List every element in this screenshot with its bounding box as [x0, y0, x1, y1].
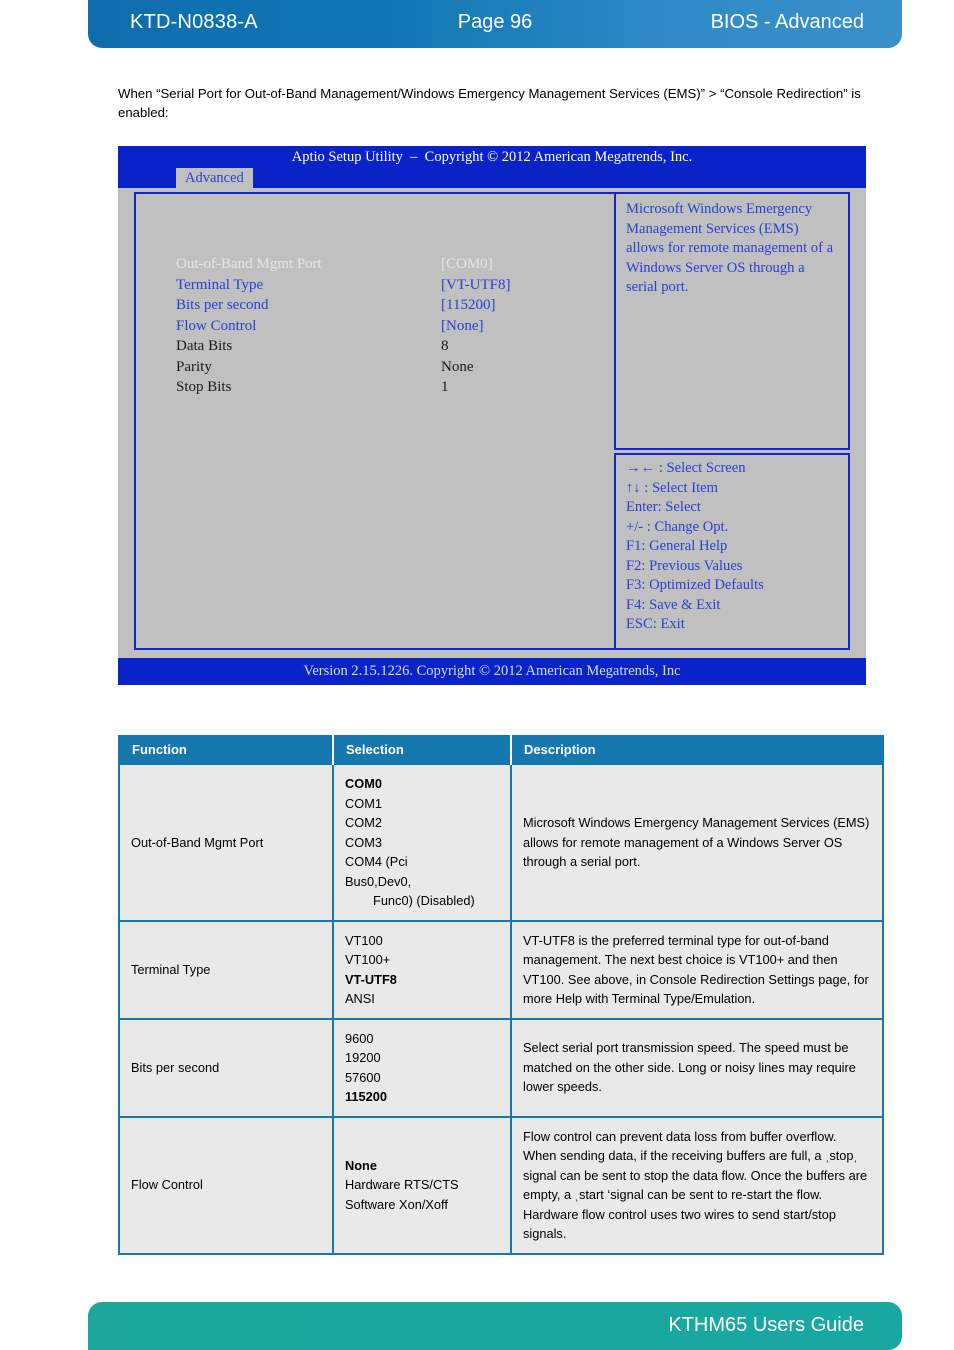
cell-description: Select serial port transmission speed. T… [511, 1017, 883, 1117]
intro-paragraph: When “Serial Port for Out-of-Band Manage… [118, 86, 861, 120]
guide-title: KTHM65 Users Guide [668, 1314, 864, 1336]
bios-help-description: Microsoft Windows Emergency Management S… [626, 201, 834, 295]
bios-setting-row: Stop Bits 1 [176, 377, 616, 398]
bios-setting-value[interactable]: [VT-UTF8] [441, 275, 510, 296]
selection-option: 9600 [345, 1030, 374, 1046]
column-header-selection: Selection [333, 736, 512, 764]
bios-setting-value: 8 [441, 338, 449, 354]
table-row: Terminal Type VT100 VT100+ VT-UTF8 ANSI VT-UT… [119, 919, 883, 1019]
table-row: Flow Control None Hardware RTS/CTS Software… [119, 1115, 883, 1254]
selection-option: Bus0,Dev0, [345, 873, 412, 889]
bios-setting-row[interactable]: Out-of-Band Mgmt Port [COM0] [176, 254, 616, 275]
bios-key-legend: →← : Select Screen ↑↓ : Select Item Enter:… [626, 459, 846, 635]
bios-setting-label: Terminal Type [176, 276, 264, 293]
bios-tab-row: Advanced [118, 168, 866, 188]
table-row: Out-of-Band Mgmt Port COM0 COM1 COM2 COM3 COM… [119, 763, 883, 921]
bios-setting-value[interactable]: [None] [441, 316, 483, 337]
column-header-description: Description [511, 736, 883, 764]
section-title: BIOS - Advanced [710, 11, 864, 33]
bios-key-hint: Enter: Select [626, 499, 701, 515]
selection-option: ANSI [345, 991, 375, 1006]
cell-function: Bits per second [119, 1017, 334, 1117]
selection-option: COM4 (Pci [345, 854, 408, 869]
selection-option: 115200 [345, 1089, 387, 1104]
bios-setting-value[interactable]: [115200] [441, 295, 495, 316]
cell-function: Flow Control [119, 1115, 334, 1254]
bios-setting-row[interactable]: Bits per second [115200] [176, 295, 616, 316]
selection-option: Hardware RTS/CTS [345, 1177, 459, 1193]
selection-option: 19200 [345, 1050, 381, 1065]
bios-title: Aptio Setup Utility – Copyright © 2012 A… [118, 146, 866, 168]
selection-option: VT100+ [345, 952, 391, 967]
bios-setting-label: Bits per second [176, 297, 269, 313]
table-header-row: Function Selection Description [119, 736, 883, 764]
cell-selection: None Hardware RTS/CTS Software Xon/Xoff [333, 1115, 512, 1254]
bios-key-hint: F2: Previous Values [626, 557, 743, 574]
selection-option: 57600 [345, 1069, 381, 1085]
selection-option: COM0 [345, 776, 382, 791]
selection-option: Software Xon/Xoff [345, 1196, 448, 1212]
bios-setting-value: 1 [441, 379, 449, 395]
bios-setting-label: Out-of-Band Mgmt Port [176, 256, 322, 272]
tab-advanced[interactable]: Advanced [176, 168, 253, 188]
selection-option: VT-UTF8 [345, 971, 397, 987]
bios-settings-list: Out-of-Band Mgmt Port [COM0] Terminal Type… [176, 254, 616, 398]
cell-function: Out-of-Band Mgmt Port [119, 763, 334, 921]
page-footer-bar: KTHM65 Users Guide [88, 1302, 902, 1350]
bios-setting-label: Parity [176, 358, 212, 375]
selection-option: None [345, 1157, 377, 1173]
selection-option: COM3 [345, 834, 382, 850]
bios-setting-label: Stop Bits [176, 379, 232, 395]
table-row: Bits per second 9600 19200 57600 115200 Selec… [119, 1017, 883, 1117]
bios-key-hint: ESC: Exit [626, 616, 685, 632]
bios-key-hint: F1: General Help [626, 538, 728, 554]
cell-selection: COM0 COM1 COM2 COM3 COM4 (Pci Bus0,Dev0, Func0… [333, 763, 512, 921]
bios-key-hint: ↑↓ : Select Item [626, 479, 718, 496]
bios-help-panel: Microsoft Windows Emergency Management S… [614, 192, 850, 650]
cell-function: Terminal Type [119, 919, 334, 1019]
cell-description: VT-UTF8 is the preferred terminal type f… [511, 919, 883, 1019]
bios-setting-label: Data Bits [176, 338, 233, 354]
column-header-function: Function [119, 736, 334, 764]
bios-setting-value[interactable]: [COM0] [441, 254, 493, 275]
bios-settings-panel: Out-of-Band Mgmt Port [COM0] Terminal Type… [134, 192, 614, 650]
bios-setting-value: None [441, 358, 474, 375]
selection-option: COM1 [345, 795, 382, 811]
bios-setting-row: Data Bits 8 [176, 336, 616, 357]
cell-selection: VT100 VT100+ VT-UTF8 ANSI [333, 919, 512, 1019]
bios-setup-screen: Aptio Setup Utility – Copyright © 2012 A… [118, 146, 866, 685]
bios-key-hint: +/- : Change Opt. [626, 518, 729, 535]
table-header: Function Selection Description [119, 736, 883, 764]
bios-setting-row[interactable]: Flow Control [None] [176, 316, 616, 337]
selection-option: Func0) (Disabled) [373, 893, 475, 908]
bios-setting-label: Flow Control [176, 317, 257, 334]
bios-body: Out-of-Band Mgmt Port [COM0] Terminal Type… [118, 188, 866, 658]
page-header-bar: KTD-N0838-A Page 96 BIOS - Advanced [88, 0, 902, 48]
bios-key-hint: →← : Select Screen [626, 460, 746, 476]
bios-help-description-box: Microsoft Windows Emergency Management S… [614, 192, 850, 450]
settings-reference-table: Function Selection Description Out-of-Ba… [118, 735, 884, 1255]
bios-version-footer: Version 2.15.1226. Copyright © 2012 Amer… [118, 658, 866, 685]
cell-selection: 9600 19200 57600 115200 [333, 1017, 512, 1117]
table-body: Out-of-Band Mgmt Port COM0 COM1 COM2 COM3 COM… [119, 763, 883, 1254]
bios-help-keys-box: →← : Select Screen ↑↓ : Select Item Enter:… [614, 453, 850, 650]
selection-option: COM2 [345, 815, 382, 830]
bios-key-hint: F3: Optimized Defaults [626, 577, 764, 593]
selection-option: VT100 [345, 932, 383, 948]
bios-setting-row[interactable]: Terminal Type [VT-UTF8] [176, 275, 616, 296]
cell-description: Flow control can prevent data loss from … [511, 1115, 883, 1254]
bios-setting-row: Parity None [176, 357, 616, 378]
bios-key-hint: F4: Save & Exit [626, 596, 721, 613]
cell-description: Microsoft Windows Emergency Management S… [511, 763, 883, 921]
